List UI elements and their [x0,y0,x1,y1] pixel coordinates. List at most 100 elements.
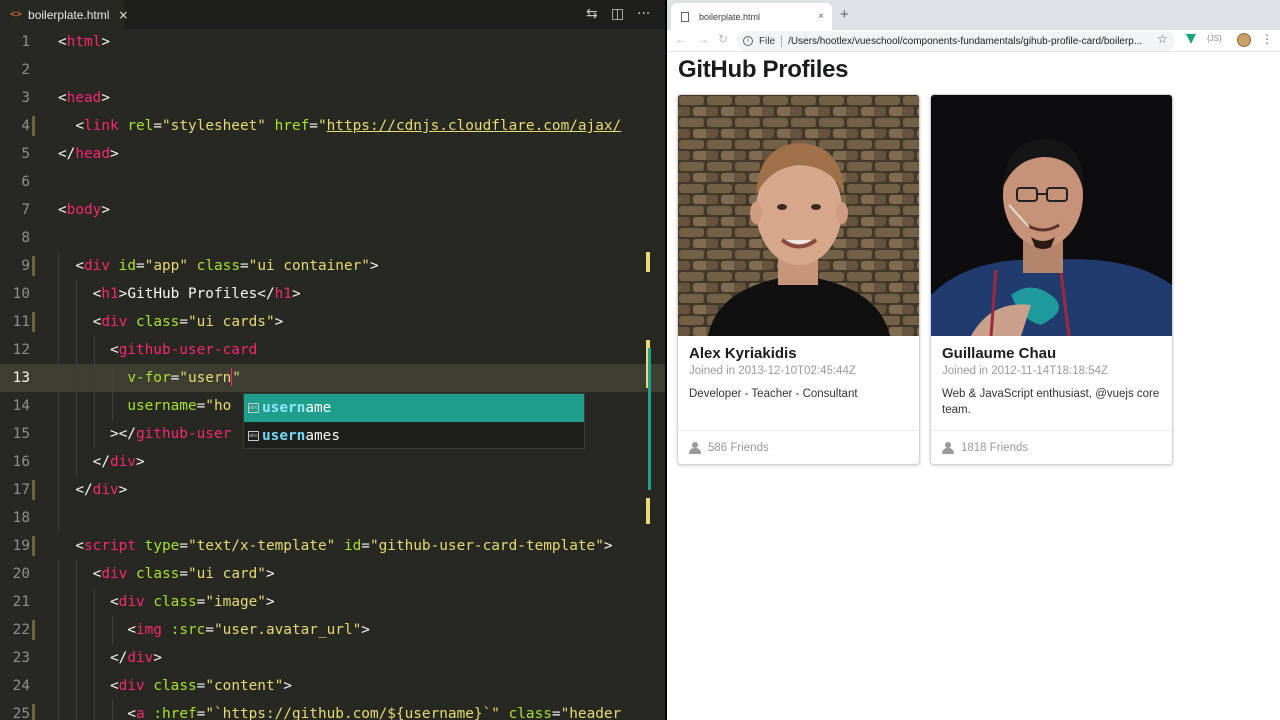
code-line[interactable]: 25 <a :href = "`https://github.com/${usern… [0,700,665,720]
code-token: > [153,650,162,666]
code-token: > [603,538,613,554]
code-line[interactable]: 1 <html> [0,28,665,56]
line-number: 15 [12,426,30,442]
code-text[interactable]: <h1>GitHub Profiles</h1> [58,280,301,308]
code-text[interactable]: </div> [58,644,162,672]
code-token: "content" [205,678,284,694]
editor-tab-boilerplate[interactable]: <> boilerplate.html × [0,0,128,29]
close-icon[interactable]: × [818,11,824,22]
profile-card[interactable]: Guillaume Chau Joined in 2012-11-14T18:1… [930,94,1173,465]
code-text[interactable]: <a :href = "`https://github.com/${username… [58,700,621,720]
code-editor[interactable]: <> boilerplate.html × ⇆ ◫ ··· 1 <html> 2 3 <… [0,0,665,720]
info-icon[interactable]: i [743,36,753,46]
url-text[interactable]: /Users/hootlex/vueschool/components-fund… [788,36,1142,47]
code-text[interactable]: <div class="ui cards"> [58,308,284,336]
code-text[interactable]: <body> [58,196,110,224]
friends-count: 586 Friends [708,441,769,454]
code-text[interactable]: </div> [58,448,145,476]
code-text[interactable]: <img :src="user.avatar_url"> [58,616,370,644]
suggestion-item[interactable]: abc usernames [244,422,584,450]
code-token: = [196,398,206,414]
code-line[interactable]: 9 <div id="app" class="ui container"> [0,252,665,280]
scrollbar-thumb[interactable] [648,348,651,490]
code-line[interactable]: 20 <div class="ui card"> [0,560,665,588]
bookmark-star-icon[interactable]: ☆ [1157,32,1168,46]
code-token: "user.avatar_url" [213,622,362,638]
browser-tab[interactable]: boilerplate.html × [671,3,832,30]
code-line[interactable]: 13 v-for="usern" [0,364,665,392]
code-text[interactable]: </div> [58,476,127,504]
code-token: > [118,482,128,498]
git-modified-marker [32,620,35,640]
code-line[interactable]: 22 <img :src="user.avatar_url"> [0,616,665,644]
profile-name[interactable]: Guillaume Chau [942,345,1056,362]
code-line[interactable]: 18 [0,504,665,532]
close-icon[interactable]: × [118,8,128,22]
code-line[interactable]: 21 <div class="image"> [0,588,665,616]
suggestion-item[interactable]: abc username [244,394,584,422]
code-token: "usern [179,370,232,386]
reload-icon[interactable]: ↻ [718,32,728,46]
code-line[interactable]: 3 <head> [0,84,665,112]
code-line[interactable]: 4 <link rel="stylesheet" href="https://c… [0,112,665,140]
code-token: < [127,622,136,638]
code-token: ></ [109,426,136,442]
compare-icon[interactable]: ⇆ [586,6,598,22]
scrollbar-marker [646,252,650,272]
code-token: < [58,90,67,106]
code-line[interactable]: 5 </head> [0,140,665,168]
code-token: id [343,538,362,554]
code-token: < [58,34,67,50]
line-number: 22 [12,622,30,638]
code-line[interactable]: 16 </div> [0,448,665,476]
code-text[interactable]: <link rel="stylesheet" href="https://cdn… [58,112,621,140]
code-token: div [118,594,145,610]
code-line[interactable]: 23 </div> [0,644,665,672]
document-icon [681,11,689,22]
code-text[interactable]: <github-user-card [58,336,257,364]
code-token: div [127,650,154,666]
new-tab-icon[interactable]: + [840,6,849,23]
code-line[interactable]: 19 <script type="text/x-template" id="gi… [0,532,665,560]
code-line[interactable]: 6 [0,168,665,196]
code-line[interactable]: 8 [0,224,665,252]
friends-count: 1818 Friends [961,441,1029,454]
code-token: < [127,706,136,720]
address-bar[interactable]: i File /Users/hootlex/vueschool/componen… [737,31,1175,51]
profile-card[interactable]: Alex Kyriakidis Joined in 2013-12-10T02:… [677,94,920,465]
code-line[interactable]: 17 </div> [0,476,665,504]
vue-devtools-icon[interactable] [1186,34,1196,44]
code-text[interactable]: <head> [58,84,110,112]
code-text[interactable]: username="ho [58,392,231,420]
split-editor-icon[interactable]: ◫ [611,6,624,22]
code-text[interactable]: </head> [58,140,119,168]
profile-name[interactable]: Alex Kyriakidis [689,345,797,362]
code-text[interactable]: <div class="content"> [58,672,292,700]
browser-menu-icon[interactable]: ⋮ [1261,32,1273,46]
profile-avatar[interactable] [1237,33,1251,47]
code-text[interactable]: <script type="text/x-template" id="githu… [58,532,613,560]
code-line[interactable]: 7 <body> [0,196,665,224]
code-line[interactable]: 2 [0,56,665,84]
code-lines[interactable]: 1 <html> 2 3 <head> 4 <link rel="stylesheet" … [0,28,665,720]
more-actions-icon[interactable]: ··· [637,6,650,22]
forward-icon[interactable]: → [697,32,709,46]
code-token: type [144,538,180,554]
code-text[interactable]: <html> [58,28,110,56]
code-line[interactable]: 11 <div class="ui cards"> [0,308,665,336]
code-line[interactable]: 10 <h1>GitHub Profiles</h1> [0,280,665,308]
code-line[interactable]: 12 <github-user-card [0,336,665,364]
code-text[interactable]: <div id="app" class="ui container"> [58,252,378,280]
autocomplete-suggestions[interactable]: abc username abc usernames [243,393,585,449]
code-text[interactable]: ></github-user [58,420,231,448]
code-line[interactable]: 24 <div class="content"> [0,672,665,700]
code-text[interactable]: <div class="ui card"> [58,560,275,588]
code-text[interactable]: v-for="usern" [58,364,241,392]
back-icon[interactable]: ← [675,32,687,46]
code-token: img [135,622,162,638]
code-token: href [274,118,310,134]
json-viewer-icon[interactable]: {JS} [1207,34,1222,43]
code-text[interactable]: <div class="image"> [58,588,275,616]
